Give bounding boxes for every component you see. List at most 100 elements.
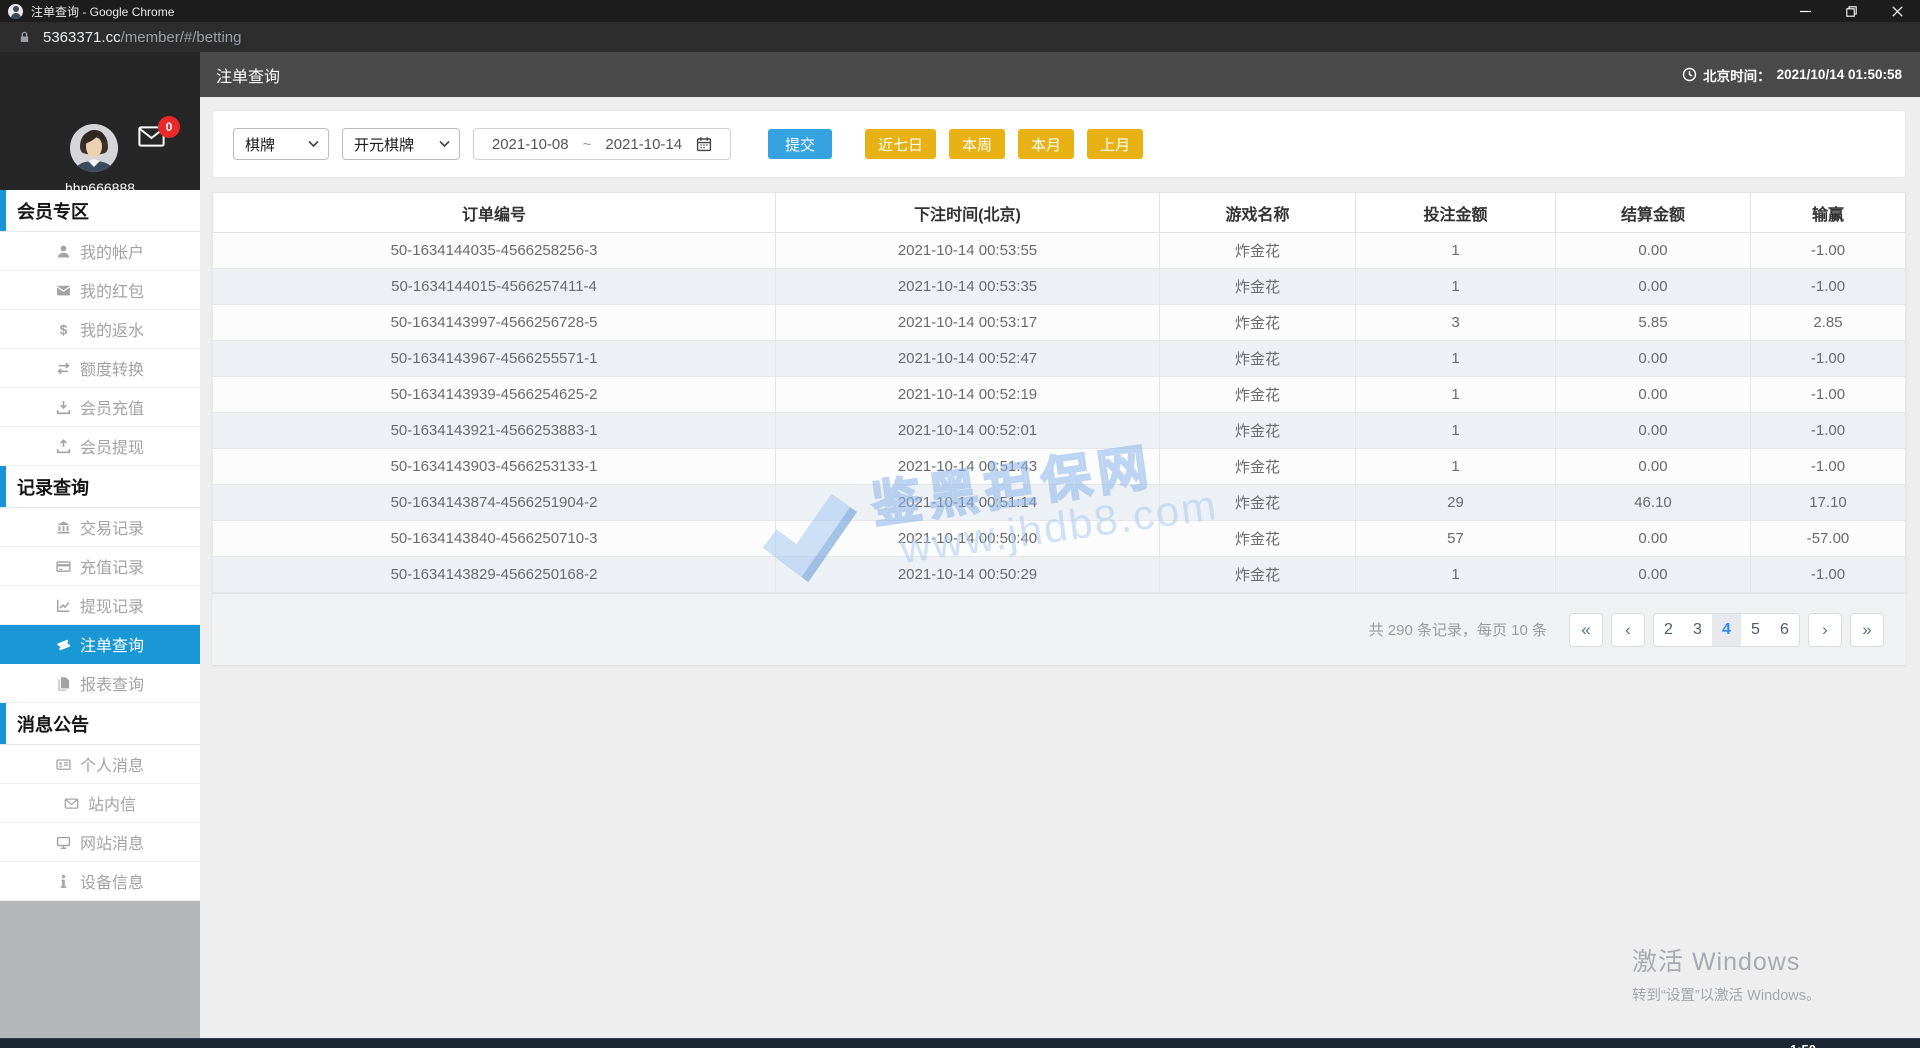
cell-settle-amount: 0.00 (1555, 520, 1751, 557)
cell-bet-amount: 29 (1355, 484, 1556, 521)
activate-line2: 转到“设置”以激活 Windows。 (1632, 988, 1821, 1004)
cell-game-name: 炸金花 (1159, 304, 1356, 341)
sidebar-item-betting-query[interactable]: 注单查询 (0, 625, 200, 664)
cell-win-loss: -1.00 (1750, 340, 1906, 377)
col-bet-amount: 投注金额 (1355, 192, 1556, 233)
page-4-button-current[interactable]: 4 (1712, 613, 1741, 646)
close-button[interactable] (1874, 0, 1920, 22)
mail-icon (64, 797, 79, 809)
address-bar[interactable]: 5363371.cc/member/#/betting (0, 22, 1920, 52)
page-6-button[interactable]: 6 (1770, 614, 1799, 646)
sidebar-item-member-withdraw[interactable]: 会员提现 (0, 427, 200, 466)
sidebar-item-label: 额度转换 (79, 362, 144, 379)
submit-button[interactable]: 提交 (768, 129, 833, 159)
page-2-button[interactable]: 2 (1654, 614, 1683, 646)
avatar[interactable] (70, 124, 118, 172)
sidebar-item-label: 会员提现 (79, 440, 144, 457)
betting-records-card: 订单编号 下注时间(北京) 游戏名称 投注金额 结算金额 输赢 50-16341… (212, 192, 1906, 665)
sidebar-item-withdrawal-records[interactable]: 提现记录 (0, 586, 200, 625)
cell-settle-amount: 0.00 (1555, 232, 1751, 269)
activate-windows-watermark: 激活 Windows 转到“设置”以激活 Windows。 (1632, 942, 1821, 1005)
quick-range-month-button[interactable]: 本月 (1018, 129, 1075, 159)
cell-settle-amount: 0.00 (1555, 340, 1751, 377)
sidebar-item-label: 网站消息 (79, 836, 144, 853)
game-type-select[interactable]: 棋牌 (233, 128, 329, 160)
cell-bet-amount: 1 (1355, 556, 1556, 593)
section-messages: 消息公告 (0, 703, 200, 745)
sidebar-item-label: 我的红包 (79, 284, 144, 301)
sidebar-item-label: 站内信 (87, 797, 136, 814)
activate-line1: 激活 Windows (1632, 948, 1801, 976)
cell-game-name: 炸金花 (1159, 520, 1356, 557)
table-row: 50-1634143840-4566250710-3 2021-10-14 00:… (212, 520, 1906, 557)
cell-bet-time: 2021-10-14 00:51:14 (775, 484, 1160, 521)
next-page-button[interactable]: › (1808, 612, 1842, 647)
clock-icon (1682, 67, 1697, 82)
cell-win-loss: 17.10 (1750, 484, 1906, 521)
sidebar-item-personal-messages[interactable]: 个人消息 (0, 745, 200, 784)
cell-order-id: 50-1634143939-4566254625-2 (212, 376, 776, 413)
cell-game-name: 炸金花 (1159, 556, 1356, 593)
sidebar-item-site-mail[interactable]: 站内信 (0, 784, 200, 823)
sidebar-item-my-rebate[interactable]: $ 我的返水 (0, 310, 200, 349)
platform-select[interactable]: 开元棋牌 (342, 128, 460, 160)
quick-range-lastmonth-button[interactable]: 上月 (1087, 129, 1144, 159)
section-title: 会员专区 (17, 201, 89, 222)
cell-game-name: 炸金花 (1159, 376, 1356, 413)
cell-game-name: 炸金花 (1159, 448, 1356, 485)
sidebar-item-deposit-records[interactable]: 充值记录 (0, 547, 200, 586)
betting-table: 订单编号 下注时间(北京) 游戏名称 投注金额 结算金额 输赢 50-16341… (212, 192, 1906, 593)
sidebar-item-quota-transfer[interactable]: 额度转换 (0, 349, 200, 388)
date-from-value[interactable]: 2021-10-08 (492, 136, 569, 153)
minimize-button[interactable] (1782, 0, 1828, 22)
red-packet-icon (57, 285, 70, 295)
page-3-button[interactable]: 3 (1683, 614, 1712, 646)
sidebar-item-site-messages[interactable]: 网站消息 (0, 823, 200, 862)
url-path: /member/#/betting (120, 28, 242, 46)
cell-win-loss: -1.00 (1750, 412, 1906, 449)
cell-bet-time: 2021-10-14 00:52:47 (775, 340, 1160, 377)
transfer-icon (57, 362, 70, 374)
cell-order-id: 50-1634143903-4566253133-1 (212, 448, 776, 485)
cell-bet-time: 2021-10-14 00:53:35 (775, 268, 1160, 305)
restore-button[interactable] (1828, 0, 1874, 22)
sidebar-item-device-info[interactable]: 设备信息 (0, 862, 200, 901)
last-page-button[interactable]: » (1850, 612, 1884, 647)
sidebar-item-label: 报表查询 (79, 677, 144, 694)
cell-win-loss: -1.00 (1750, 556, 1906, 593)
sidebar-item-report-query[interactable]: 报表查询 (0, 664, 200, 703)
credit-card-icon (56, 560, 71, 572)
restore-icon (1845, 5, 1857, 17)
cell-bet-amount: 1 (1355, 376, 1556, 413)
table-row: 50-1634143921-4566253883-1 2021-10-14 00:… (212, 412, 1906, 449)
chevron-down-icon (308, 140, 319, 148)
sidebar-item-my-account[interactable]: 我的帐户 (0, 232, 200, 271)
col-bet-time: 下注时间(北京) (775, 192, 1160, 233)
quick-range-7days-button[interactable]: 近七日 (865, 129, 937, 159)
section-title: 消息公告 (17, 714, 89, 735)
url-text: 5363371.cc/member/#/betting (43, 29, 241, 46)
cell-bet-time: 2021-10-14 00:50:29 (775, 556, 1160, 593)
cell-game-name: 炸金花 (1159, 412, 1356, 449)
pagination-bar: 共 290 条记录，每页 10 条 « ‹ 2 3 4 5 6 › » (212, 593, 1906, 665)
cell-win-loss: 2.85 (1750, 304, 1906, 341)
cell-bet-amount: 1 (1355, 340, 1556, 377)
prev-page-button[interactable]: ‹ (1611, 612, 1645, 647)
first-page-button[interactable]: « (1569, 612, 1603, 647)
game-type-value: 棋牌 (245, 136, 276, 154)
date-to-value[interactable]: 2021-10-14 (605, 136, 682, 153)
cell-settle-amount: 0.00 (1555, 412, 1751, 449)
cell-win-loss: -57.00 (1750, 520, 1906, 557)
url-domain: 5363371.cc (43, 28, 121, 46)
user-panel: 0 hhp666888 396.3 人民币 (0, 52, 200, 221)
sidebar-item-my-redpacket[interactable]: 我的红包 (0, 271, 200, 310)
id-card-icon (56, 758, 71, 770)
quick-range-week-button[interactable]: 本周 (949, 129, 1006, 159)
sidebar-item-member-deposit[interactable]: 会员充值 (0, 388, 200, 427)
sidebar-item-transaction-records[interactable]: 交易记录 (0, 508, 200, 547)
lock-icon (20, 31, 29, 43)
page-5-button[interactable]: 5 (1741, 614, 1770, 646)
date-range-input[interactable]: 2021-10-08 ~ 2021-10-14 (473, 128, 731, 160)
sidebar: 0 hhp666888 396.3 人民币 会员专区 我的帐户 我的红包 $ 我… (0, 52, 200, 1048)
calendar-icon[interactable] (696, 136, 712, 152)
